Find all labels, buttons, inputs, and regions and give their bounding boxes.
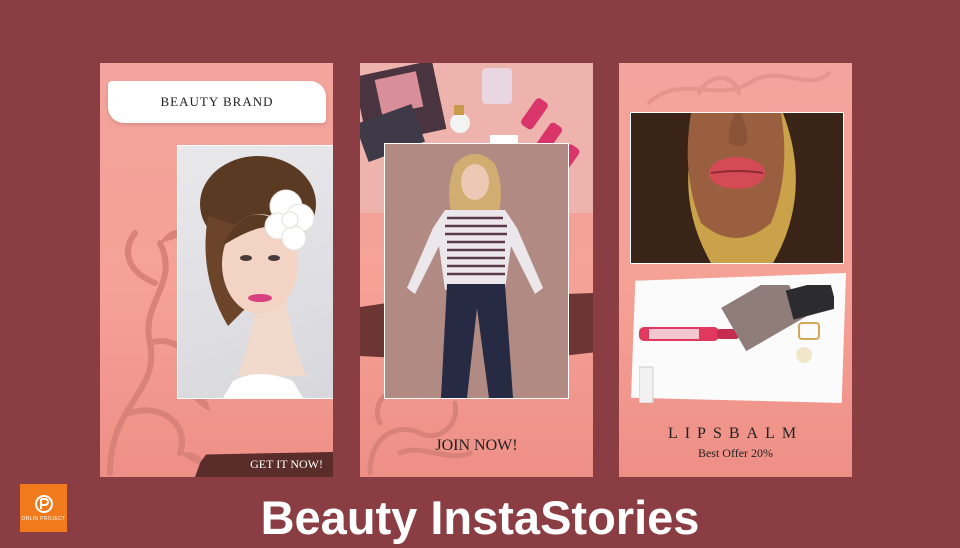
model-photo-flower-hair (177, 145, 333, 399)
story-card-lipsbalm[interactable]: LIPSBALM Best Offer 20% (619, 63, 852, 477)
floral-swirl-icon (647, 71, 831, 105)
page-title: Beauty InstaStories (260, 491, 700, 544)
lips-closeup-photo (630, 112, 844, 264)
white-brush-stroke (631, 273, 846, 403)
get-it-now-button[interactable]: GET IT NOW! (195, 452, 333, 477)
product-title: LIPSBALM (667, 425, 804, 442)
model-photo-striped-shirt (384, 143, 569, 399)
story-card-beauty-brand[interactable]: BEAUTY BRAND GET IT NOW! (100, 63, 333, 477)
offer-text: Best Offer 20% (697, 446, 774, 460)
join-now-button[interactable]: JOIN NOW! (360, 437, 593, 455)
brand-badge: BEAUTY BRAND (108, 81, 326, 123)
story-card-join-now[interactable]: JOIN NOW! (360, 63, 593, 477)
